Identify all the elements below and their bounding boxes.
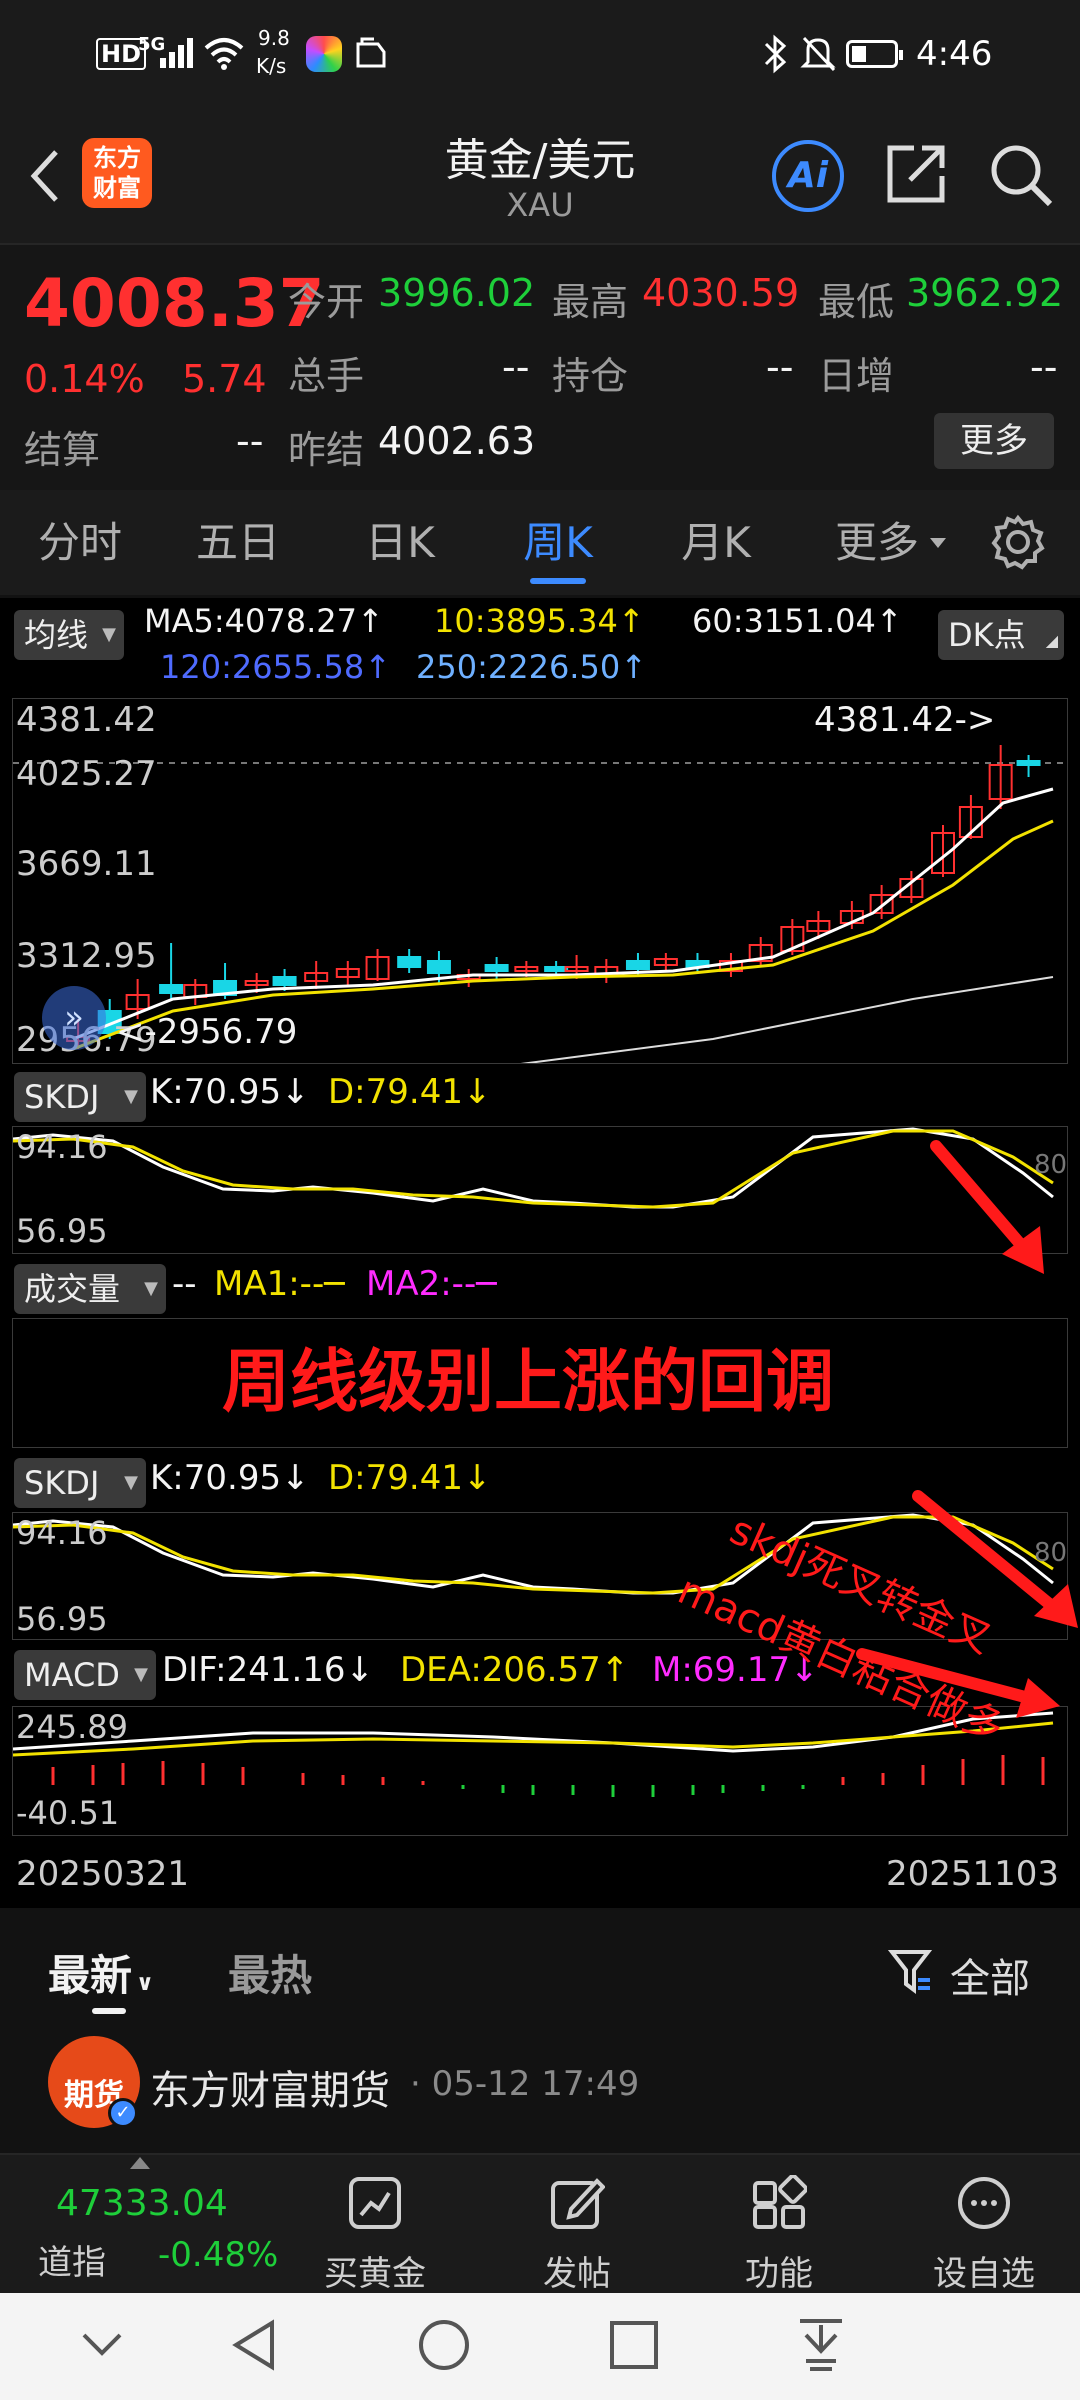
position-label: 持仓 (552, 354, 629, 398)
high-label: 最高 (552, 280, 629, 324)
change-pct: 0.14% (24, 357, 145, 401)
prev-settle-value: 4002.63 (378, 419, 536, 463)
back-nav-icon[interactable] (228, 2317, 278, 2373)
chart-up-icon (349, 2177, 401, 2229)
index-value: 47333.04 (56, 2183, 228, 2224)
nav-post[interactable]: 发帖 (512, 2155, 642, 2295)
share-icon[interactable] (884, 142, 948, 206)
nav-add-watchlist-label: 设自选 (933, 2254, 1035, 2294)
tab-intraday[interactable]: 分时 (20, 490, 140, 595)
low-value: 3962.92 (906, 271, 1064, 315)
volume-value: -- (502, 345, 530, 389)
tab-five-day[interactable]: 五日 (178, 490, 298, 595)
period-tabs: 分时 五日 日K 周K 月K 更多 (0, 490, 1080, 595)
status-time: 4:46 (916, 34, 993, 74)
low-label: 最低 (818, 280, 895, 324)
arrow-skdj-2 (912, 1490, 1078, 1628)
tab-hot[interactable]: 最热 (228, 1942, 312, 2003)
more-circle-icon (958, 2177, 1010, 2229)
search-icon[interactable] (988, 142, 1054, 208)
tab-monthly-k[interactable]: 月K (656, 490, 776, 595)
header: 东方 财富 黄金/美元 XAU Ai (0, 110, 1080, 245)
ai-button[interactable]: Ai (772, 140, 844, 212)
author-name[interactable]: 东方财富期货 (150, 2058, 390, 2116)
wifi-icon (204, 38, 244, 70)
edit-icon (551, 2178, 606, 2229)
chevron-down-icon: ∨ (136, 1971, 154, 1996)
current-price: 4008.37 (24, 265, 325, 342)
notification-pull-icon[interactable] (796, 2315, 846, 2375)
tab-latest-label: 最新 (48, 1951, 133, 2000)
arrow-skdj (930, 1140, 1044, 1274)
home-nav-icon[interactable] (416, 2317, 472, 2373)
tab-latest-underline (92, 2008, 126, 2014)
nav-buy-gold-label: 买黄金 (324, 2254, 426, 2294)
system-nav-bar (0, 2293, 1080, 2400)
filter-icon[interactable] (888, 1948, 932, 1996)
nav-buy-gold[interactable]: 买黄金 (310, 2155, 440, 2295)
signal-icon (160, 38, 193, 68)
message-icon (356, 37, 386, 68)
more-button[interactable]: 更多 (934, 413, 1054, 469)
tab-active-underline (530, 578, 586, 584)
settle-label: 结算 (24, 428, 101, 472)
grid-icon (753, 2174, 808, 2229)
arrow-macd (856, 1648, 1060, 1718)
chevron-down-icon (930, 538, 946, 548)
daily-inc-label: 日增 (818, 354, 895, 398)
app-notification-icon (306, 36, 342, 72)
filter-all[interactable]: 全部 (950, 1946, 1030, 2004)
tab-latest[interactable]: 最新 ∨ (48, 1942, 154, 2003)
volume-label: 总手 (288, 354, 365, 398)
open-value: 3996.02 (378, 271, 536, 315)
settle-value: -- (236, 419, 264, 463)
change-value: 5.74 (182, 357, 267, 401)
index-name: 道指 (38, 2243, 106, 2283)
recent-apps-icon[interactable] (608, 2319, 660, 2371)
date-start: 20250321 (16, 1854, 190, 1894)
nav-add-watchlist[interactable]: 设自选 (914, 2155, 1054, 2295)
news-section: 最新 ∨ 最热 全部 期货 ✓ 东方财富期货 · 05-12 17:49 (0, 1908, 1080, 2153)
settings-icon[interactable] (990, 514, 1046, 570)
nav-post-label: 发帖 (543, 2254, 611, 2294)
quote-panel: 4008.37 0.14% 5.74 今开 3996.02 最高 4030.59… (0, 245, 1080, 490)
mute-icon (800, 36, 836, 72)
bottom-nav: 47333.04 道指 -0.48% 买黄金 发帖 功能 设自选 (0, 2153, 1080, 2295)
status-bar: HD 5G 9.8 K/s 4:46 (0, 0, 1080, 110)
position-value: -- (766, 345, 794, 389)
tab-more[interactable]: 更多 (822, 490, 932, 595)
hide-keyboard-icon[interactable] (80, 2329, 124, 2359)
net-speed-unit: K/s (256, 54, 287, 78)
high-value: 4030.59 (642, 271, 800, 315)
nav-functions[interactable]: 功能 (714, 2155, 844, 2295)
open-label: 今开 (288, 280, 365, 324)
nav-functions-label: 功能 (745, 2254, 813, 2294)
kline-chart-area: 均线 ▼ MA5:4078.27↑ 10:3895.34↑ 60:3151.04↑… (0, 598, 1080, 1908)
battery-icon (846, 40, 903, 68)
verified-badge-icon: ✓ (108, 2098, 138, 2128)
tab-daily-k[interactable]: 日K (340, 490, 460, 595)
dow-index-widget[interactable]: 47333.04 道指 -0.48% (0, 2155, 300, 2295)
bluetooth-icon (764, 34, 787, 74)
daily-inc-value: -- (1030, 345, 1058, 389)
date-end: 20251103 (886, 1854, 1060, 1894)
prev-settle-label: 昨结 (288, 428, 365, 472)
ai-label: Ai (787, 155, 829, 196)
post-time: · 05-12 17:49 (410, 2064, 640, 2104)
net-speed-value: 9.8 (258, 26, 290, 50)
index-change: -0.48% (158, 2235, 279, 2275)
annotation-arrows (856, 1140, 1078, 1718)
